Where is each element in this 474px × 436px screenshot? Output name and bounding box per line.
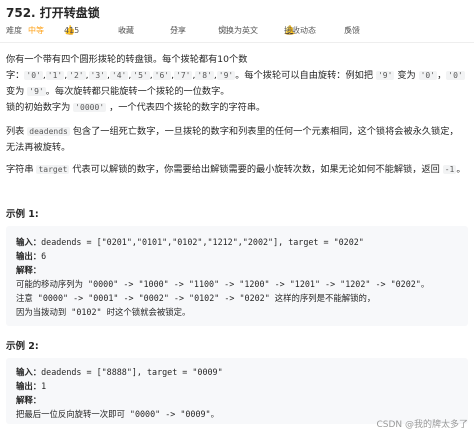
description-paragraph-3: 列表 deadends 包含了一组死亡数字，一旦拨轮的数字和列表里的任何一个元素… xyxy=(6,126,459,153)
example-2-block: 输入：deadends = ["8888"], target = "0009" … xyxy=(6,358,468,424)
example-1-explain-line: 可能的移动序列为 "0000" -> "1000" -> "1100" -> "… xyxy=(16,279,430,289)
share-label: 分享 xyxy=(170,26,186,35)
example-2-header: 示例 2: xyxy=(6,341,39,352)
example-2-input: 输入：deadends = ["8888"], target = "0009" xyxy=(16,367,223,377)
example-1-input: 输入：deadends = ["0201","0101","0102","121… xyxy=(16,237,364,247)
example-2-output: 输出：1 xyxy=(16,381,47,391)
like-count: 415 xyxy=(64,26,80,35)
feedback-label: 反馈 xyxy=(344,26,360,35)
description-paragraph-2: 锁的初始数字为 '0000' ，一个代表四个拨轮的数字的字符串。 xyxy=(6,102,266,113)
difficulty-label: 难度 xyxy=(6,26,22,35)
example-1-explain-line: 因为当拨动到 "0102" 时这个锁就会被锁定。 xyxy=(16,307,191,317)
example-1-explain-line: 注意 "0000" -> "0001" -> "0002" -> "0102" … xyxy=(16,293,376,303)
description-paragraph-1: 你有一个带有四个圆形拨轮的转盘锁。每个拨轮都有10个数字： '0', '1', '2'… xyxy=(6,54,465,97)
example-1-block: 输入：deadends = ["0201","0101","0102","121… xyxy=(6,226,468,326)
example-1-explain-label: 解释： xyxy=(16,265,42,275)
example-1-output: 输出：6 xyxy=(16,251,47,261)
example-1-header: 示例 1: xyxy=(6,209,39,220)
problem-title: 752. 打开转盘锁 xyxy=(6,6,100,20)
notify-label: 接收动态 xyxy=(284,26,316,35)
csdn-watermark: CSDN @我的牌太多了 xyxy=(376,420,468,430)
example-2-explain-label: 解释： xyxy=(16,395,42,405)
description-paragraph-4: 字符串 target 代表可以解锁的数字，你需要给出解锁需要的最小旋转次数，如果… xyxy=(6,164,466,175)
header-divider xyxy=(0,42,474,43)
language-label: 切换为英文 xyxy=(218,26,258,35)
difficulty-badge: 中等 xyxy=(28,26,44,35)
example-2-explain-line: 把最后一位反向旋转一次即可 "0000" -> "0009"。 xyxy=(16,409,219,419)
favorite-label: 收藏 xyxy=(118,26,134,35)
